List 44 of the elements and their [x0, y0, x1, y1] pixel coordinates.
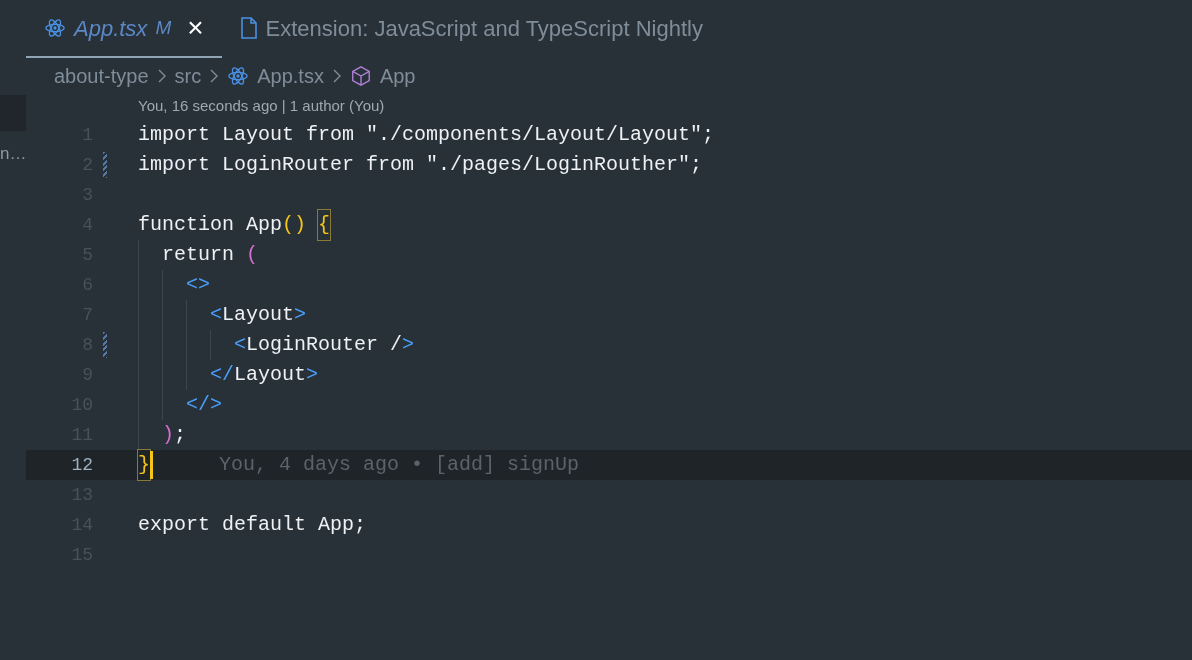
text-cursor: [150, 451, 153, 479]
code-token: <>: [186, 272, 211, 298]
code-token: function App: [138, 212, 283, 238]
code-token: LoginRouter /: [246, 332, 403, 358]
breadcrumb-item[interactable]: App.tsx: [257, 61, 324, 91]
code-token: import LoginRouter from "./pages/LoginRouther";: [138, 152, 703, 178]
code-token: ;: [174, 422, 187, 448]
code-token: return: [162, 242, 236, 268]
code-token: export default App;: [138, 512, 367, 538]
code-token: Layout: [234, 362, 307, 388]
code-token: <: [210, 302, 223, 328]
code-token: import Layout from "./components/Layout/Layout";: [138, 122, 715, 148]
code-token: >: [294, 302, 307, 328]
breadcrumb-item[interactable]: src: [174, 61, 202, 91]
code-token: >: [306, 362, 319, 388]
breadcrumb-item[interactable]: about-type: [54, 61, 149, 91]
cube-icon: [349, 65, 372, 87]
breadcrumb-item[interactable]: App: [379, 61, 416, 91]
tab-label: App.tsx: [74, 14, 148, 43]
code-token: <: [234, 332, 247, 358]
line-number: 12: [70, 453, 93, 477]
code-token: >: [402, 332, 415, 358]
sidebar-item[interactable]: n…: [0, 141, 26, 167]
blame-annotation: You, 4 days ago • [add] signUp: [219, 452, 580, 478]
code-token: Layout: [222, 302, 295, 328]
code-token: </: [210, 362, 235, 388]
code-token: ): [162, 422, 175, 448]
editor-tab[interactable]: Extension: JavaScript and TypeScript Nightly: [221, 0, 721, 58]
file-icon: [239, 17, 258, 39]
close-icon[interactable]: ×: [187, 14, 204, 42]
code-token: (): [282, 212, 307, 238]
atom-icon: [44, 17, 66, 39]
tab-label: Extension: JavaScript and TypeScript Nightly: [265, 14, 703, 43]
code-token: {: [318, 210, 331, 240]
code-token: </>: [186, 392, 223, 418]
chevron-icon: [156, 68, 167, 84]
editor-tab[interactable]: App.tsx M ×: [26, 0, 222, 58]
code-token: (: [246, 242, 259, 268]
chevron-icon: [331, 68, 342, 84]
atom-icon: [227, 65, 250, 87]
code-token: }: [138, 450, 150, 480]
chevron-icon: [209, 68, 220, 84]
modified-label: M: [155, 15, 172, 40]
codelens-text[interactable]: You, 16 seconds ago | 1 author (You): [138, 94, 385, 118]
